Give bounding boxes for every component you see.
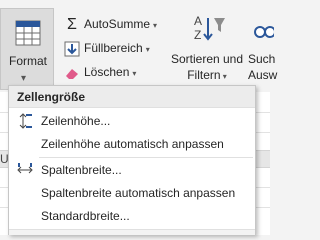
- find-label-line1: Such: [248, 52, 276, 66]
- row-height-icon: [19, 113, 32, 129]
- format-button[interactable]: Format ▾: [0, 8, 54, 90]
- autosum-button[interactable]: Σ AutoSumme ▾: [64, 14, 157, 34]
- menu-item-default-width[interactable]: Standardbreite...: [9, 205, 255, 227]
- svg-text:A: A: [194, 14, 202, 28]
- menu-item-label: Zeilenhöhe automatisch anpassen: [41, 137, 224, 151]
- clear-label: Löschen: [84, 65, 130, 79]
- chevron-down-icon: ▾: [145, 45, 150, 54]
- eraser-icon: [66, 68, 78, 79]
- sort-filter-button[interactable]: A Z Sortieren und Filtern ▾: [168, 10, 246, 90]
- menu-next-section-edge: [9, 229, 255, 235]
- ribbon: n Format ▾ ΣAutoSumme▾ Füllbereich▾ Lösc…: [0, 0, 277, 92]
- chevron-down-icon: ▾: [21, 73, 27, 84]
- clear-button[interactable]: Löschen ▾: [64, 62, 136, 82]
- menu-item-autofit-row-height[interactable]: Zeilenhöhe automatisch anpassen: [9, 133, 255, 155]
- menu-section-header: Zellengröße: [9, 86, 255, 108]
- autosum-label: AutoSumme: [84, 17, 151, 31]
- format-label: Format: [8, 54, 47, 68]
- menu-item-row-height[interactable]: Zeilenhöhe...: [9, 110, 255, 132]
- menu-item-autofit-column-width[interactable]: Spaltenbreite automatisch anpassen: [9, 182, 255, 204]
- menu-separator: [39, 157, 253, 158]
- chevron-down-icon: ▾: [153, 21, 158, 30]
- fill-down-icon: [64, 41, 80, 57]
- menu-item-label: Spaltenbreite automatisch anpassen: [41, 186, 236, 200]
- chevron-down-icon: ▾: [220, 72, 227, 81]
- sigma-icon: Σ: [67, 15, 77, 33]
- format-cells-icon: [15, 20, 41, 46]
- fill-button[interactable]: Füllbereich ▾: [64, 38, 150, 58]
- menu-item-label: Standardbreite...: [41, 209, 130, 223]
- menu-item-label: Spaltenbreite...: [41, 163, 122, 177]
- format-dropdown-menu: Zellengröße Zeilenhöhe... Zeilenhöhe aut…: [8, 85, 256, 235]
- column-width-icon: [17, 163, 33, 174]
- chevron-down-icon: ▾: [132, 69, 137, 78]
- sort-label-line2: Filtern: [187, 68, 221, 82]
- fill-label: Füllbereich: [84, 41, 143, 55]
- binoculars-icon: [254, 26, 274, 38]
- sort-label-line1: Sortieren und: [170, 52, 244, 66]
- find-select-button[interactable]: Such Ausw: [244, 10, 284, 90]
- sort-filter-icon: A Z: [194, 14, 225, 42]
- menu-item-column-width[interactable]: Spaltenbreite...: [9, 159, 255, 181]
- svg-text:Z: Z: [194, 28, 201, 42]
- find-label-line2: Ausw: [248, 68, 278, 82]
- menu-item-label: Zeilenhöhe...: [41, 114, 111, 128]
